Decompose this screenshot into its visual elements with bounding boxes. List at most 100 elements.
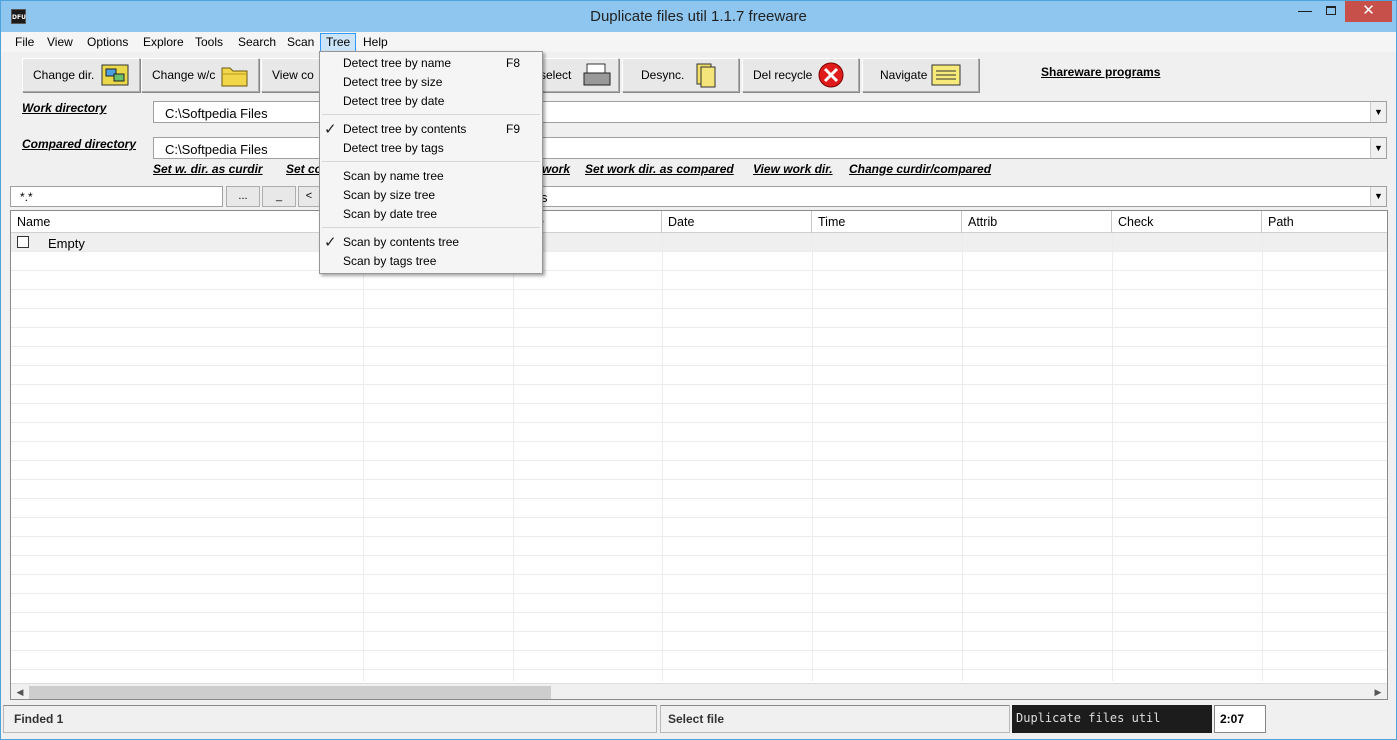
row-checkbox[interactable]	[17, 236, 29, 248]
folder-icon	[221, 67, 248, 87]
menu-item-scan-by-name-tree[interactable]: Scan by name tree	[320, 167, 542, 186]
menu-file[interactable]: File	[10, 33, 39, 52]
back-button[interactable]: <	[298, 186, 320, 207]
menu-item-detect-tree-by-name[interactable]: Detect tree by name F8	[320, 54, 542, 73]
menu-item-scan-by-contents-tree[interactable]: ✓ Scan by contents tree	[320, 233, 542, 252]
folders-compare-icon	[101, 64, 129, 86]
desync-label: Desync.	[641, 68, 685, 82]
shareware-link[interactable]: Shareware programs	[1041, 65, 1160, 79]
menu-item-shortcut: F9	[506, 122, 521, 136]
del-recycle-button[interactable]: Del recycle	[742, 58, 859, 92]
empty-row	[11, 271, 1387, 290]
column-check[interactable]: Check	[1112, 211, 1262, 233]
printer-icon	[583, 63, 611, 86]
empty-row	[11, 518, 1387, 537]
dropdown-arrow-icon[interactable]: ▼	[1370, 102, 1386, 122]
menu-item-detect-tree-by-size[interactable]: Detect tree by size	[320, 73, 542, 92]
menu-tree[interactable]: Tree	[320, 33, 357, 52]
change-dir-button[interactable]: Change dir.	[22, 58, 140, 92]
column-name[interactable]: Name	[11, 211, 363, 233]
menu-item-detect-tree-by-tags[interactable]: Detect tree by tags	[320, 139, 542, 158]
menu-item-label: Detect tree by contents	[343, 122, 467, 136]
menu-view[interactable]: View	[42, 33, 78, 52]
column-divider	[812, 233, 813, 681]
file-mask-value: *.*	[20, 190, 33, 204]
file-list-grid: Name e Date Time Attrib Check Path Empty	[10, 210, 1388, 700]
dropdown-arrow-icon[interactable]: ▼	[1370, 138, 1386, 158]
menu-explore[interactable]: Explore	[138, 33, 189, 52]
column-divider	[1112, 233, 1113, 681]
menu-item-label: Detect tree by tags	[343, 141, 444, 155]
compared-directory-label[interactable]: Compared directory	[22, 137, 136, 151]
empty-row	[11, 480, 1387, 499]
scroll-right-icon[interactable]: ▶	[1370, 685, 1386, 699]
underscore-button[interactable]: _	[262, 186, 296, 207]
view-compared-button[interactable]: View co	[261, 58, 321, 92]
empty-row	[11, 290, 1387, 309]
work-link[interactable]: work	[542, 162, 570, 176]
set-work-dir-curdir-link[interactable]: Set w. dir. as curdir	[153, 162, 263, 176]
empty-row	[11, 613, 1387, 632]
empty-row	[11, 252, 1387, 271]
menu-search[interactable]: Search	[233, 33, 281, 52]
set-compared-link[interactable]: Set co	[286, 162, 322, 176]
menu-tools[interactable]: Tools	[190, 33, 228, 52]
select-label: select	[540, 68, 572, 82]
dropdown-arrow-icon[interactable]: ▼	[1370, 187, 1386, 206]
menu-item-scan-by-size-tree[interactable]: Scan by size tree	[320, 186, 542, 205]
scrollbar-thumb[interactable]	[29, 686, 551, 699]
menu-item-detect-tree-by-contents[interactable]: ✓ Detect tree by contents F9	[320, 120, 542, 139]
files-icon	[696, 63, 716, 88]
menu-scan[interactable]: Scan	[282, 33, 319, 52]
desync-button[interactable]: Desync.	[622, 58, 739, 92]
menu-separator	[322, 161, 540, 162]
menu-item-label: Scan by name tree	[343, 169, 444, 183]
column-date[interactable]: Date	[662, 211, 812, 233]
maximize-button[interactable]	[1318, 1, 1344, 22]
view-work-dir-link[interactable]: View work dir.	[753, 162, 833, 176]
column-path[interactable]: Path	[1262, 211, 1387, 233]
change-curdir-compared-link[interactable]: Change curdir/compared	[849, 162, 991, 176]
column-attrib[interactable]: Attrib	[962, 211, 1112, 233]
minimize-button[interactable]: —	[1292, 1, 1318, 22]
change-wc-button[interactable]: Change w/c	[141, 58, 259, 92]
navigate-button[interactable]: Navigate	[862, 58, 979, 92]
status-banner: Duplicate files util	[1012, 705, 1212, 733]
change-wc-label: Change w/c	[152, 68, 216, 82]
horizontal-scrollbar[interactable]: ◀ ▶	[11, 683, 1387, 699]
status-time: 2:07 PM	[1214, 705, 1266, 733]
close-button[interactable]: ✕	[1345, 1, 1392, 22]
browse-button[interactable]: ...	[226, 186, 260, 207]
menu-bar: File View Options Explore Tools Search S…	[1, 32, 1396, 52]
row-name: Empty	[48, 236, 85, 251]
scroll-left-icon[interactable]: ◀	[12, 685, 28, 699]
menu-item-scan-by-tags-tree[interactable]: Scan by tags tree	[320, 252, 542, 271]
file-mask-input[interactable]: *.*	[10, 186, 223, 207]
empty-row	[11, 404, 1387, 423]
empty-row	[11, 594, 1387, 613]
column-time[interactable]: Time	[812, 211, 962, 233]
menu-separator	[322, 227, 540, 228]
menu-item-scan-by-date-tree[interactable]: Scan by date tree	[320, 205, 542, 224]
menu-item-detect-tree-by-date[interactable]: Detect tree by date	[320, 92, 542, 111]
column-divider	[1262, 233, 1263, 681]
app-window: DFU Duplicate files util 1.1.7 freeware …	[0, 0, 1397, 740]
menu-item-label: Scan by size tree	[343, 188, 436, 202]
status-finded: Finded 1	[3, 705, 657, 733]
set-work-as-compared-link[interactable]: Set work dir. as compared	[585, 162, 734, 176]
menu-item-label: Detect tree by size	[343, 75, 443, 89]
delete-icon	[818, 62, 844, 88]
view-compared-label: View co	[272, 68, 314, 82]
column-divider	[662, 233, 663, 681]
menu-help[interactable]: Help	[358, 33, 393, 52]
work-directory-label[interactable]: Work directory	[22, 101, 106, 115]
column-divider	[513, 233, 514, 681]
menu-options[interactable]: Options	[82, 33, 133, 52]
menu-item-label: Detect tree by name	[343, 56, 452, 70]
select-button[interactable]: select	[540, 58, 619, 92]
empty-row	[11, 347, 1387, 366]
empty-row	[11, 423, 1387, 442]
change-dir-label: Change dir.	[33, 68, 95, 82]
table-row[interactable]: Empty	[11, 233, 1387, 252]
empty-row	[11, 537, 1387, 556]
